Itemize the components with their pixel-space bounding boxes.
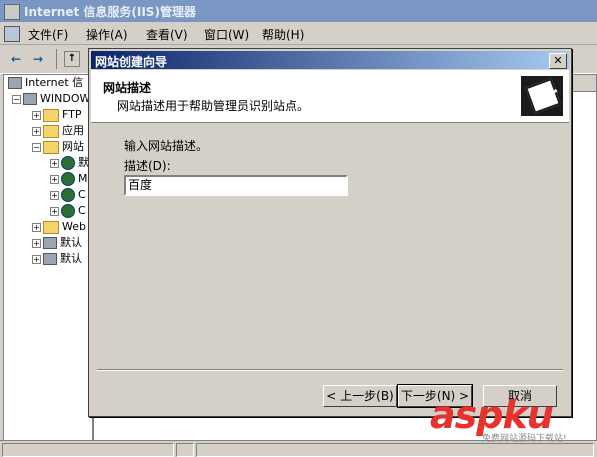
expand-icon[interactable]: + [32, 110, 41, 120]
website-creation-wizard: 网站创建向导 ✕ 网站描述 网站描述用于帮助管理员识别站点。 输入网站描述。 描… [88, 48, 572, 417]
expand-icon[interactable]: + [32, 222, 41, 232]
tree-item-ftp[interactable]: + FTP [4, 107, 92, 123]
status-segment [176, 443, 194, 457]
tree-item-apppools[interactable]: + 应用 [4, 123, 92, 139]
menu-bar: 文件(F) 操作(A) 查看(V) 窗口(W) 帮助(H) [0, 22, 597, 45]
status-segment [196, 443, 594, 457]
folder-icon [43, 220, 59, 234]
menu-view[interactable]: 查看(V) [146, 26, 188, 43]
expand-icon[interactable]: + [50, 206, 59, 216]
tree-item-default-smtp[interactable]: + 默认 [4, 235, 92, 251]
wizard-book-icon [521, 76, 563, 116]
tree-item-site[interactable]: + C [4, 187, 92, 203]
nntp-icon [43, 253, 57, 265]
iis-app-icon [4, 4, 20, 20]
globe-icon [61, 188, 75, 202]
close-icon[interactable]: ✕ [549, 53, 567, 69]
watermark-brand: aspku [430, 393, 554, 437]
open-folder-icon [43, 140, 59, 154]
tree-item-site[interactable]: + 默 [4, 155, 92, 171]
up-folder-icon[interactable]: ↑ [64, 51, 80, 67]
dialog-titlebar: 网站创建向导 ✕ [91, 51, 569, 69]
dialog-separator [97, 369, 563, 371]
menu-window[interactable]: 窗口(W) [204, 26, 249, 43]
system-menu-icon[interactable] [4, 26, 20, 42]
instruction-text: 输入网站描述。 [124, 139, 209, 153]
tree-item-websites[interactable]: − 网站 [4, 139, 92, 155]
back-button[interactable]: < 上一步(B) [323, 385, 397, 407]
collapse-icon[interactable]: − [12, 94, 21, 104]
header-title: 网站描述 [103, 81, 152, 95]
tree-item-site[interactable]: + M [4, 171, 92, 187]
expand-icon[interactable]: + [32, 238, 41, 248]
globe-icon [61, 156, 75, 170]
tree-item-iis-root[interactable]: Internet 信 [4, 75, 92, 91]
dialog-title: 网站创建向导 [95, 55, 168, 69]
tree-item-default-nntp[interactable]: + 默认 [4, 251, 92, 267]
toolbar-separator [56, 49, 57, 69]
expand-icon[interactable]: + [32, 126, 41, 136]
tree-item-site[interactable]: + C [4, 203, 92, 219]
globe-icon [61, 204, 75, 218]
folder-icon [43, 108, 59, 122]
expand-icon[interactable]: + [50, 174, 59, 184]
expand-icon[interactable]: + [50, 158, 59, 168]
menu-file[interactable]: 文件(F) [28, 26, 68, 43]
menu-action[interactable]: 操作(A) [86, 26, 128, 43]
header-subtitle: 网站描述用于帮助管理员识别站点。 [117, 99, 310, 113]
watermark-subtitle: 免费网站源码下载站! [482, 434, 567, 444]
forward-arrow-icon[interactable]: → [30, 51, 46, 67]
collapse-icon[interactable]: − [32, 142, 41, 152]
book-shape [525, 78, 561, 114]
status-segment [2, 443, 174, 457]
folder-icon [43, 124, 59, 138]
description-input[interactable]: 百度 [124, 175, 348, 196]
menu-help[interactable]: 帮助(H) [262, 26, 304, 43]
computer-icon [8, 77, 22, 89]
server-icon [23, 93, 37, 105]
tree-pane: Internet 信 − WINDOWS + FTP + 应用 − 网站 + 默 + M +… [3, 74, 93, 442]
window-titlebar: Internet 信息服务(IIS)管理器 [0, 0, 597, 22]
window-title: Internet 信息服务(IIS)管理器 [24, 5, 196, 19]
watermark-logo: aspku 免费网站源码下载站! [430, 395, 567, 444]
expand-icon[interactable]: + [32, 254, 41, 264]
tree-item-web-ext[interactable]: + Web [4, 219, 92, 235]
expand-icon[interactable]: + [50, 190, 59, 200]
globe-icon [61, 172, 75, 186]
wizard-header: 网站描述 网站描述用于帮助管理员识别站点。 [91, 70, 569, 123]
back-arrow-icon[interactable]: ← [8, 51, 24, 67]
smtp-icon [43, 237, 57, 249]
description-label: 描述(D): [124, 159, 171, 173]
tree-item-server[interactable]: − WINDOWS [4, 91, 92, 107]
